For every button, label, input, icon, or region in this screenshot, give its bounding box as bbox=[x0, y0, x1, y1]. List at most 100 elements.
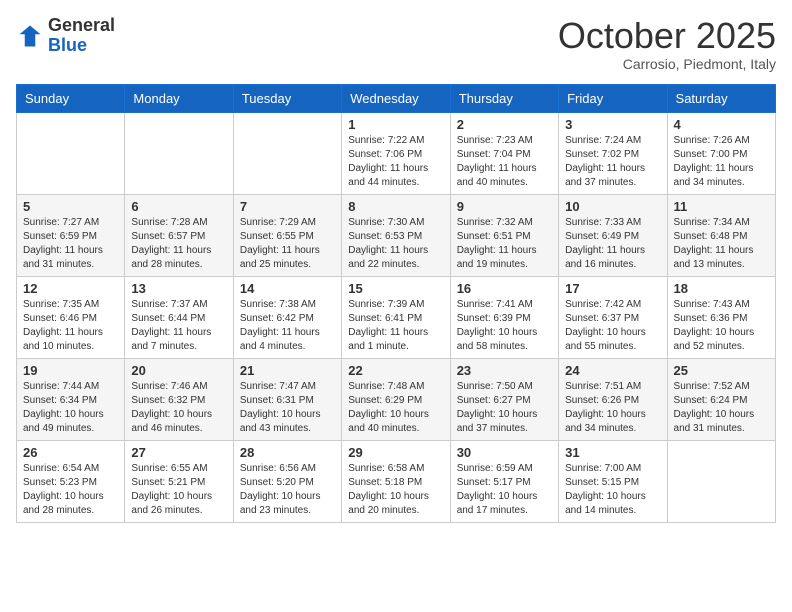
calendar-cell: 14 Sunrise: 7:38 AMSunset: 6:42 PMDayligh… bbox=[233, 276, 341, 358]
calendar-cell: 30 Sunrise: 6:59 AMSunset: 5:17 PMDayligh… bbox=[450, 440, 558, 522]
page-header: General Blue October 2025 Carrosio, Pied… bbox=[16, 16, 776, 72]
calendar-cell: 20 Sunrise: 7:46 AMSunset: 6:32 PMDayligh… bbox=[125, 358, 233, 440]
day-number: 8 bbox=[348, 199, 443, 214]
day-info: Sunrise: 7:23 AMSunset: 7:04 PMDaylight:… bbox=[457, 134, 552, 190]
day-info: Sunrise: 6:54 AMSunset: 5:23 PMDaylight:… bbox=[23, 462, 118, 518]
calendar-cell: 21 Sunrise: 7:47 AMSunset: 6:31 PMDayligh… bbox=[233, 358, 341, 440]
calendar-cell: 9 Sunrise: 7:32 AMSunset: 6:51 PMDaylight… bbox=[450, 194, 558, 276]
day-info: Sunrise: 7:38 AMSunset: 6:42 PMDaylight:… bbox=[240, 298, 335, 354]
day-info: Sunrise: 7:39 AMSunset: 6:41 PMDaylight:… bbox=[348, 298, 443, 354]
calendar-cell: 12 Sunrise: 7:35 AMSunset: 6:46 PMDayligh… bbox=[17, 276, 125, 358]
day-number: 30 bbox=[457, 445, 552, 460]
calendar-cell: 17 Sunrise: 7:42 AMSunset: 6:37 PMDayligh… bbox=[559, 276, 667, 358]
calendar-cell: 22Sunrise: 7:48 AMSunset: 6:29 PMDayligh… bbox=[342, 358, 450, 440]
calendar-cell: 7 Sunrise: 7:29 AMSunset: 6:55 PMDaylight… bbox=[233, 194, 341, 276]
calendar-cell bbox=[667, 440, 775, 522]
day-number: 1 bbox=[348, 117, 443, 132]
day-info: Sunrise: 7:00 AMSunset: 5:15 PMDaylight:… bbox=[565, 462, 660, 518]
calendar-cell: 2 Sunrise: 7:23 AMSunset: 7:04 PMDaylight… bbox=[450, 112, 558, 194]
week-row-5: 26Sunrise: 6:54 AMSunset: 5:23 PMDayligh… bbox=[17, 440, 776, 522]
weekday-header-thursday: Thursday bbox=[450, 84, 558, 112]
day-number: 18 bbox=[674, 281, 769, 296]
day-info: Sunrise: 7:50 AMSunset: 6:27 PMDaylight:… bbox=[457, 380, 552, 436]
weekday-header-sunday: Sunday bbox=[17, 84, 125, 112]
logo-icon bbox=[16, 22, 44, 50]
day-info: Sunrise: 7:24 AMSunset: 7:02 PMDaylight:… bbox=[565, 134, 660, 190]
week-row-4: 19 Sunrise: 7:44 AMSunset: 6:34 PMDayligh… bbox=[17, 358, 776, 440]
day-number: 25 bbox=[674, 363, 769, 378]
day-info: Sunrise: 7:30 AMSunset: 6:53 PMDaylight:… bbox=[348, 216, 443, 272]
day-number: 2 bbox=[457, 117, 552, 132]
day-number: 9 bbox=[457, 199, 552, 214]
weekday-header-saturday: Saturday bbox=[667, 84, 775, 112]
day-number: 31 bbox=[565, 445, 660, 460]
weekday-header-monday: Monday bbox=[125, 84, 233, 112]
calendar-cell: 25 Sunrise: 7:52 AMSunset: 6:24 PMDayligh… bbox=[667, 358, 775, 440]
calendar-cell: 27Sunrise: 6:55 AMSunset: 5:21 PMDayligh… bbox=[125, 440, 233, 522]
calendar-cell: 1 Sunrise: 7:22 AMSunset: 7:06 PMDaylight… bbox=[342, 112, 450, 194]
calendar-cell: 31 Sunrise: 7:00 AMSunset: 5:15 PMDayligh… bbox=[559, 440, 667, 522]
day-info: Sunrise: 7:44 AMSunset: 6:34 PMDaylight:… bbox=[23, 380, 118, 436]
day-number: 21 bbox=[240, 363, 335, 378]
weekday-header-tuesday: Tuesday bbox=[233, 84, 341, 112]
calendar-cell: 26Sunrise: 6:54 AMSunset: 5:23 PMDayligh… bbox=[17, 440, 125, 522]
logo-general: General bbox=[48, 15, 115, 35]
day-number: 14 bbox=[240, 281, 335, 296]
calendar-cell: 11Sunrise: 7:34 AMSunset: 6:48 PMDayligh… bbox=[667, 194, 775, 276]
day-number: 15 bbox=[348, 281, 443, 296]
day-number: 22 bbox=[348, 363, 443, 378]
day-info: Sunrise: 7:42 AMSunset: 6:37 PMDaylight:… bbox=[565, 298, 660, 354]
day-number: 6 bbox=[131, 199, 226, 214]
calendar-cell: 18 Sunrise: 7:43 AMSunset: 6:36 PMDayligh… bbox=[667, 276, 775, 358]
calendar-cell: 8 Sunrise: 7:30 AMSunset: 6:53 PMDaylight… bbox=[342, 194, 450, 276]
day-info: Sunrise: 6:59 AMSunset: 5:17 PMDaylight:… bbox=[457, 462, 552, 518]
weekday-header-friday: Friday bbox=[559, 84, 667, 112]
day-number: 12 bbox=[23, 281, 118, 296]
calendar: SundayMondayTuesdayWednesdayThursdayFrid… bbox=[16, 84, 776, 523]
day-info: Sunrise: 7:51 AMSunset: 6:26 PMDaylight:… bbox=[565, 380, 660, 436]
day-number: 3 bbox=[565, 117, 660, 132]
day-number: 16 bbox=[457, 281, 552, 296]
week-row-1: 1 Sunrise: 7:22 AMSunset: 7:06 PMDaylight… bbox=[17, 112, 776, 194]
logo-text: General Blue bbox=[48, 16, 115, 56]
day-number: 29 bbox=[348, 445, 443, 460]
calendar-cell bbox=[125, 112, 233, 194]
day-number: 13 bbox=[131, 281, 226, 296]
day-number: 20 bbox=[131, 363, 226, 378]
location: Carrosio, Piedmont, Italy bbox=[558, 56, 776, 72]
logo: General Blue bbox=[16, 16, 115, 56]
day-info: Sunrise: 7:47 AMSunset: 6:31 PMDaylight:… bbox=[240, 380, 335, 436]
day-info: Sunrise: 6:55 AMSunset: 5:21 PMDaylight:… bbox=[131, 462, 226, 518]
day-info: Sunrise: 7:43 AMSunset: 6:36 PMDaylight:… bbox=[674, 298, 769, 354]
day-number: 17 bbox=[565, 281, 660, 296]
calendar-cell: 15 Sunrise: 7:39 AMSunset: 6:41 PMDayligh… bbox=[342, 276, 450, 358]
day-info: Sunrise: 7:26 AMSunset: 7:00 PMDaylight:… bbox=[674, 134, 769, 190]
day-info: Sunrise: 6:58 AMSunset: 5:18 PMDaylight:… bbox=[348, 462, 443, 518]
day-info: Sunrise: 7:35 AMSunset: 6:46 PMDaylight:… bbox=[23, 298, 118, 354]
day-number: 23 bbox=[457, 363, 552, 378]
week-row-3: 12 Sunrise: 7:35 AMSunset: 6:46 PMDayligh… bbox=[17, 276, 776, 358]
weekday-header-wednesday: Wednesday bbox=[342, 84, 450, 112]
day-info: Sunrise: 7:37 AMSunset: 6:44 PMDaylight:… bbox=[131, 298, 226, 354]
day-number: 7 bbox=[240, 199, 335, 214]
day-number: 28 bbox=[240, 445, 335, 460]
day-number: 24 bbox=[565, 363, 660, 378]
calendar-cell: 24 Sunrise: 7:51 AMSunset: 6:26 PMDayligh… bbox=[559, 358, 667, 440]
day-info: Sunrise: 7:52 AMSunset: 6:24 PMDaylight:… bbox=[674, 380, 769, 436]
weekday-header-row: SundayMondayTuesdayWednesdayThursdayFrid… bbox=[17, 84, 776, 112]
calendar-cell: 4Sunrise: 7:26 AMSunset: 7:00 PMDaylight… bbox=[667, 112, 775, 194]
calendar-cell: 23 Sunrise: 7:50 AMSunset: 6:27 PMDayligh… bbox=[450, 358, 558, 440]
day-number: 19 bbox=[23, 363, 118, 378]
day-number: 11 bbox=[674, 199, 769, 214]
title-block: October 2025 Carrosio, Piedmont, Italy bbox=[558, 16, 776, 72]
calendar-cell: 16 Sunrise: 7:41 AMSunset: 6:39 PMDayligh… bbox=[450, 276, 558, 358]
calendar-cell bbox=[233, 112, 341, 194]
day-number: 5 bbox=[23, 199, 118, 214]
day-info: Sunrise: 7:22 AMSunset: 7:06 PMDaylight:… bbox=[348, 134, 443, 190]
day-info: Sunrise: 7:29 AMSunset: 6:55 PMDaylight:… bbox=[240, 216, 335, 272]
day-info: Sunrise: 7:41 AMSunset: 6:39 PMDaylight:… bbox=[457, 298, 552, 354]
day-info: Sunrise: 7:32 AMSunset: 6:51 PMDaylight:… bbox=[457, 216, 552, 272]
day-info: Sunrise: 7:46 AMSunset: 6:32 PMDaylight:… bbox=[131, 380, 226, 436]
calendar-cell: 19 Sunrise: 7:44 AMSunset: 6:34 PMDayligh… bbox=[17, 358, 125, 440]
calendar-cell bbox=[17, 112, 125, 194]
